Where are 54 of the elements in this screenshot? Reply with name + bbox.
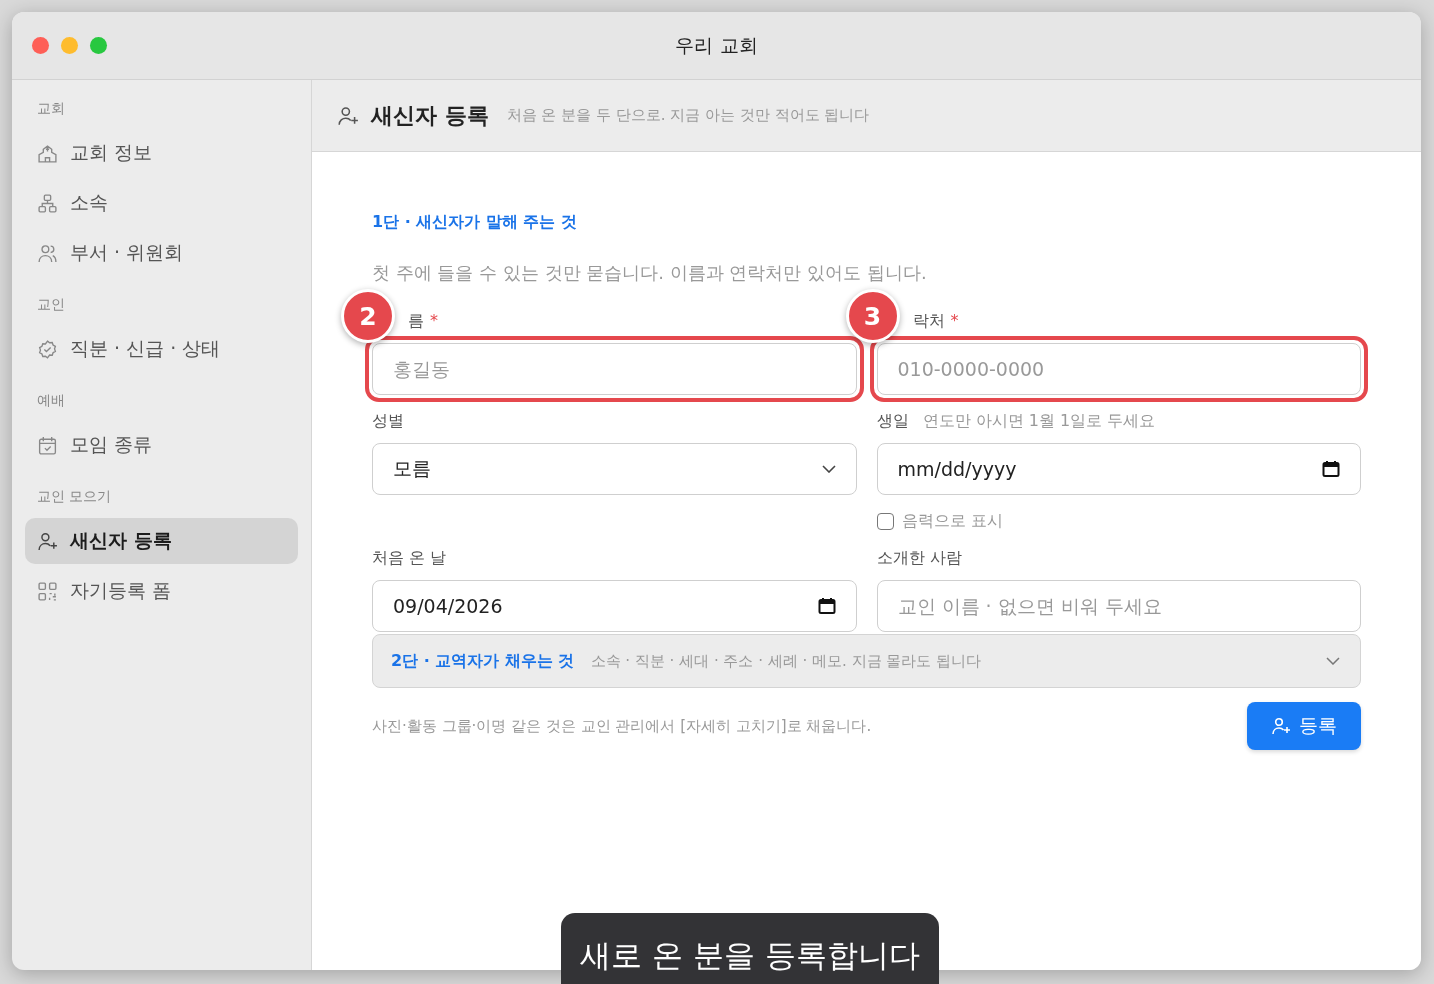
step-panel[interactable]: 2단 · 교역자가 채우는 것 소속 · 직분 · 세대 · 주소 · 세례 · 메모. 지금 몰라도 됩니다 xyxy=(372,634,1361,688)
field-label: 소개한 사람 xyxy=(876,548,962,569)
dropdown[interactable]: 모름 xyxy=(372,443,857,495)
sidebar-item[interactable]: 자기등록 폼 xyxy=(25,568,298,614)
register-button[interactable]: 등록 xyxy=(1247,702,1361,750)
chevron-down-icon xyxy=(821,465,836,473)
text-field[interactable]: 홍길동 xyxy=(372,343,857,395)
sidebar-item[interactable]: 모임 종류 xyxy=(25,422,298,468)
checkbox-label: 음력으로 표시 xyxy=(901,511,1003,532)
step-title: 2단 · 교역자가 채우는 것 xyxy=(391,650,575,672)
section-heading: 교회 xyxy=(36,99,66,118)
step-description: 소속 · 직분 · 세대 · 주소 · 세례 · 메모. 지금 몰라도 됩니다 xyxy=(590,651,983,671)
calendar-icon xyxy=(37,434,58,456)
calendar-icon[interactable] xyxy=(1322,460,1340,478)
check-seal-icon xyxy=(37,338,58,360)
people-icon xyxy=(37,242,58,264)
field-label: 생일 xyxy=(876,411,909,432)
footer-note: 사진·활동 그룹·이명 같은 것은 교인 관리에서 [자세히 고치기]로 채웁니다. xyxy=(372,716,872,736)
step-badge: 2 xyxy=(341,289,395,343)
field-label: 락처 xyxy=(912,311,945,332)
section-heading: 예배 xyxy=(36,391,66,410)
text-field[interactable]: 010-0000-0000 xyxy=(876,343,1361,395)
person-add-icon xyxy=(37,530,58,552)
person-add-icon xyxy=(1271,716,1291,736)
step-title: 1단 · 새신자가 말해 주는 것 xyxy=(372,212,579,233)
step-description: 첫 주에 들을 수 있는 것만 묻습니다. 이름과 연락처만 있어도 됩니다. xyxy=(372,261,928,285)
chevron-down-icon xyxy=(1326,657,1340,665)
date-field[interactable]: mm/dd/yyyy xyxy=(876,443,1361,495)
section-heading: 교인 모으기 xyxy=(36,487,113,506)
section-heading: 교인 xyxy=(36,295,66,314)
text-field[interactable]: 교인 이름 · 없으면 비워 두세요 xyxy=(876,580,1361,632)
church-icon xyxy=(37,142,58,164)
field-label: 름 xyxy=(408,311,424,332)
field-label: 처음 온 날 xyxy=(372,548,447,569)
calendar-icon[interactable] xyxy=(817,597,836,615)
page-title: 새신자 등록 xyxy=(371,101,489,130)
sidebar-item[interactable]: 새신자 등록 xyxy=(25,518,298,564)
required-mark: * xyxy=(430,311,438,330)
window-title: 우리 교회 xyxy=(675,32,758,58)
close-button[interactable] xyxy=(32,37,49,54)
field-hint: 연도만 아시면 1월 1일로 두세요 xyxy=(922,411,1156,432)
hierarchy-icon xyxy=(37,192,58,214)
date-field[interactable]: 09/04/2026 xyxy=(372,580,857,632)
sidebar-item[interactable]: 직분 · 신급 · 상태 xyxy=(25,326,298,372)
sidebar-item[interactable]: 교회 정보 xyxy=(25,130,298,176)
checkbox[interactable] xyxy=(876,513,894,530)
sidebar-item[interactable]: 부서 · 위원회 xyxy=(25,230,298,276)
page-subtitle: 처음 온 분을 두 단으로. 지금 아는 것만 적어도 됩니다 xyxy=(506,106,870,125)
field-label: 성별 xyxy=(372,411,404,432)
person-add-icon xyxy=(337,104,359,127)
toast: 새로 온 분을 등록합니다 xyxy=(561,913,939,984)
qr-code-icon xyxy=(37,580,58,602)
sidebar-item[interactable]: 소속 xyxy=(25,180,298,226)
required-mark: * xyxy=(950,311,959,330)
